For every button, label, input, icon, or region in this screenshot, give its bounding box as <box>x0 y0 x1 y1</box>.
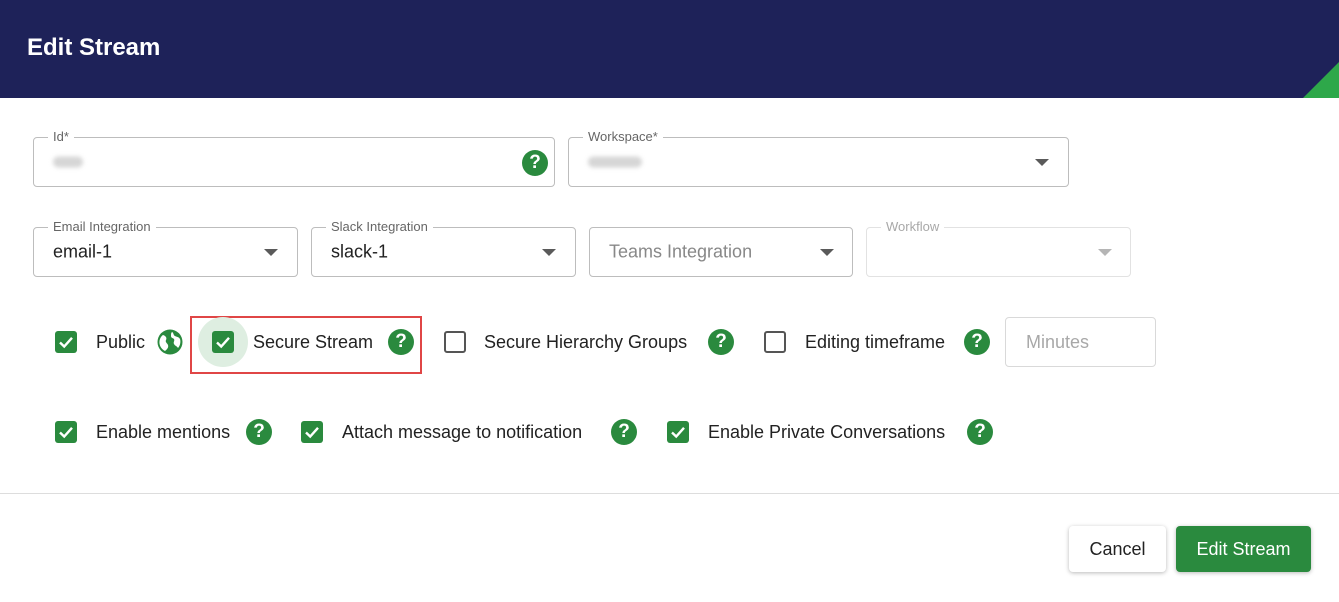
enable-private-conversations-label: Enable Private Conversations <box>708 422 946 442</box>
slack-integration-label: Slack Integration <box>326 219 433 235</box>
enable-mentions-checkbox[interactable] <box>55 421 77 443</box>
secure-stream-checkbox[interactable] <box>212 331 234 353</box>
corner-accent <box>1303 62 1339 98</box>
id-label: Id* <box>48 129 74 145</box>
email-integration-value: email-1 <box>53 241 113 262</box>
teams-integration-placeholder: Teams Integration <box>609 241 753 262</box>
secure-stream-help-icon[interactable]: ? <box>388 329 414 355</box>
minutes-placeholder: Minutes <box>1026 332 1090 352</box>
globe-icon <box>157 329 183 355</box>
workflow-select[interactable]: Workflow <box>866 219 1131 277</box>
enable-private-conversations-checkbox[interactable] <box>667 421 689 443</box>
editing-timeframe-label: Editing timeframe <box>805 332 946 352</box>
dialog-header: Edit Stream <box>0 0 1339 98</box>
edit-stream-button[interactable]: Edit Stream <box>1176 526 1311 572</box>
attach-message-label: Attach message to notification <box>342 422 583 442</box>
slack-integration-select[interactable]: Slack Integration slack-1 <box>311 219 576 277</box>
slack-integration-value: slack-1 <box>331 241 389 262</box>
chevron-down-icon <box>264 249 278 256</box>
public-checkbox[interactable] <box>55 331 77 353</box>
editing-timeframe-help-icon[interactable]: ? <box>964 329 990 355</box>
secure-hierarchy-groups-checkbox[interactable] <box>444 331 466 353</box>
dialog-title: Edit Stream <box>27 34 161 61</box>
id-help-icon[interactable]: ? <box>522 150 548 176</box>
attach-message-help-icon[interactable]: ? <box>611 419 637 445</box>
footer-divider <box>0 493 1339 494</box>
minutes-input[interactable]: Minutes <box>1005 317 1156 367</box>
chevron-down-icon <box>820 249 834 256</box>
attach-message-checkbox[interactable] <box>301 421 323 443</box>
email-integration-label: Email Integration <box>48 219 156 235</box>
workspace-select[interactable]: Workspace* <box>568 129 1069 187</box>
workflow-label: Workflow <box>881 219 945 235</box>
secure-stream-label: Secure Stream <box>253 332 374 352</box>
secure-hierarchy-groups-help-icon[interactable]: ? <box>708 329 734 355</box>
chevron-down-icon <box>1098 249 1112 256</box>
id-value-redacted <box>53 156 83 168</box>
enable-mentions-label: Enable mentions <box>96 422 231 442</box>
teams-integration-select[interactable]: Teams Integration <box>589 227 853 277</box>
email-integration-select[interactable]: Email Integration email-1 <box>33 219 298 277</box>
id-field[interactable]: Id* ? <box>33 129 555 187</box>
enable-private-conversations-help-icon[interactable]: ? <box>967 419 993 445</box>
public-label: Public <box>96 332 146 352</box>
chevron-down-icon <box>542 249 556 256</box>
workspace-value-redacted <box>588 156 642 168</box>
secure-hierarchy-groups-label: Secure Hierarchy Groups <box>484 332 688 352</box>
chevron-down-icon <box>1035 159 1049 166</box>
enable-mentions-help-icon[interactable]: ? <box>246 419 272 445</box>
editing-timeframe-checkbox[interactable] <box>764 331 786 353</box>
workspace-label: Workspace* <box>583 129 663 145</box>
cancel-button[interactable]: Cancel <box>1069 526 1166 572</box>
